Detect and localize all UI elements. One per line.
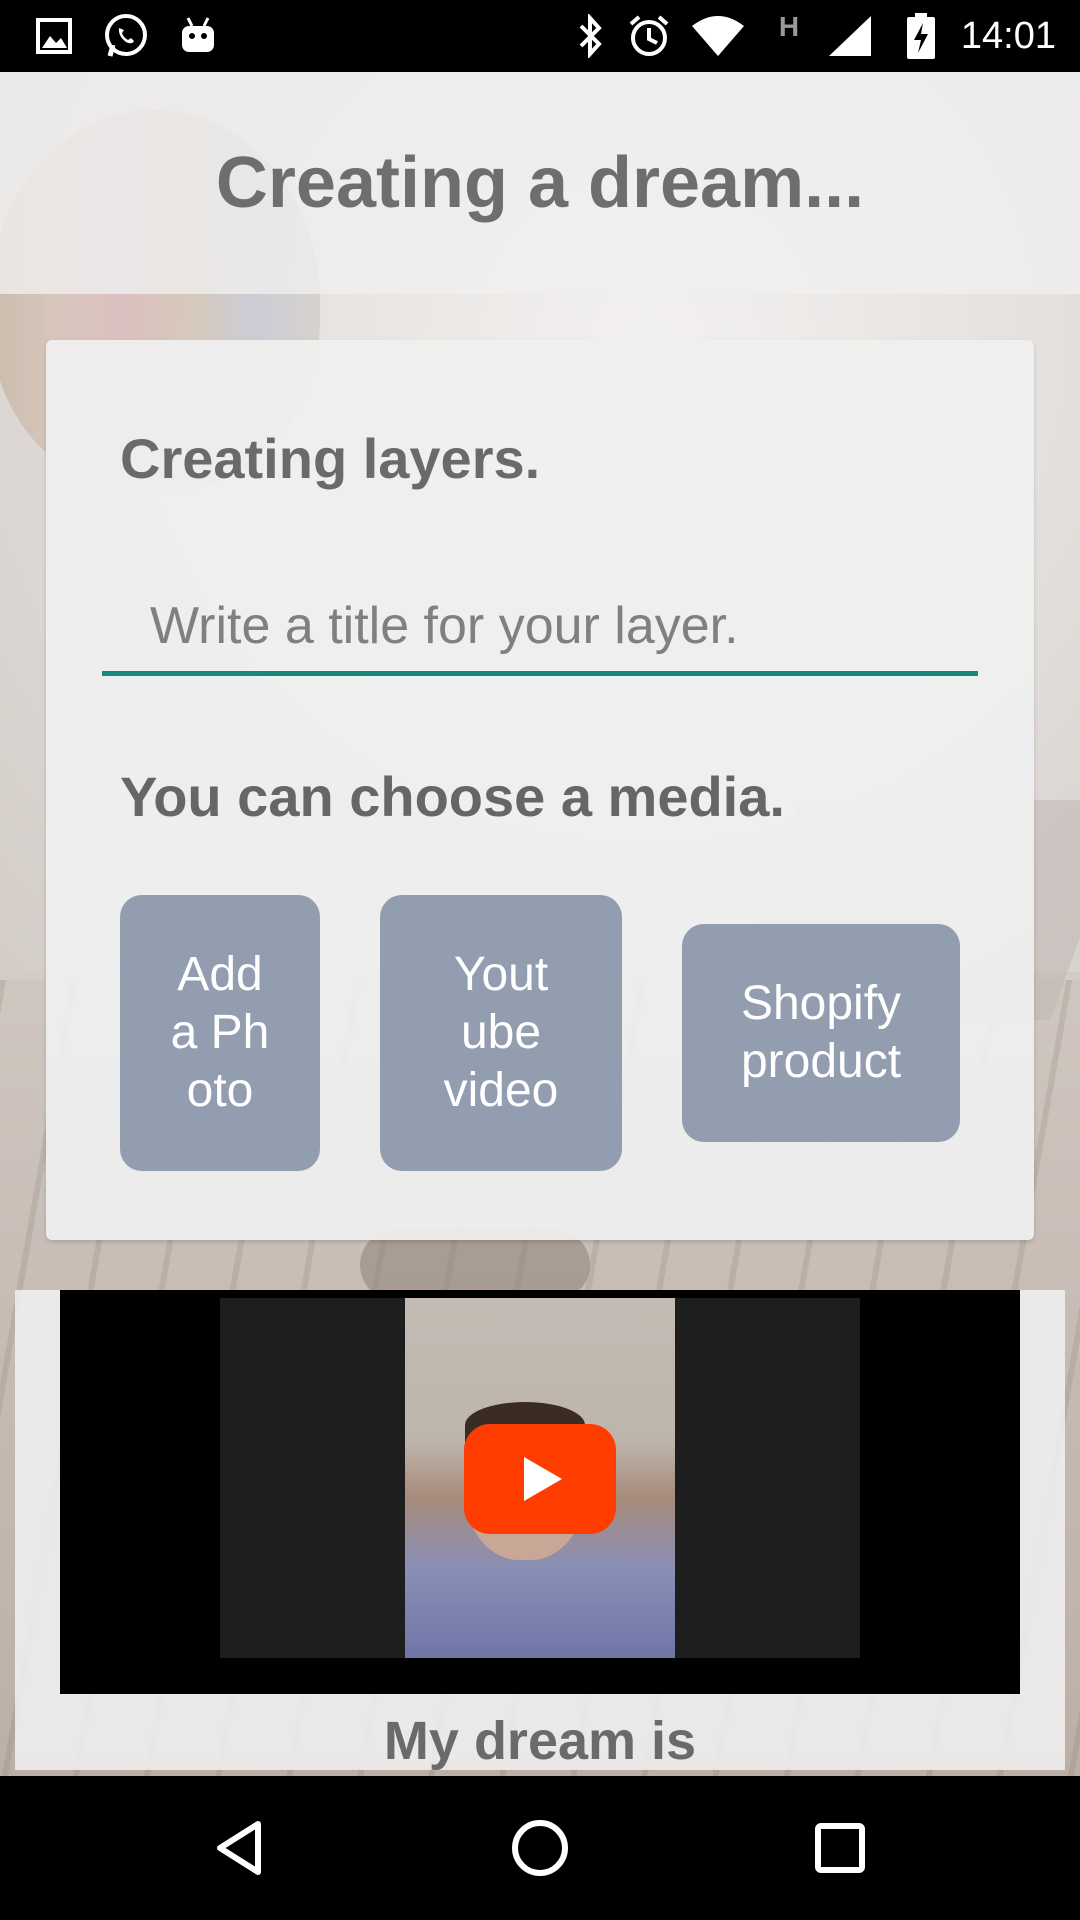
- youtube-video-button[interactable]: Yout ube video: [380, 895, 622, 1171]
- bluetooth-icon: [574, 14, 608, 58]
- image-icon: [34, 14, 74, 58]
- dream-caption: My dream is: [383, 1711, 697, 1771]
- battery-charging-icon: [904, 13, 938, 59]
- play-icon: [524, 1457, 562, 1501]
- recents-icon[interactable]: [798, 1806, 882, 1890]
- media-heading: You can choose a media.: [120, 765, 785, 828]
- back-icon[interactable]: [198, 1806, 282, 1890]
- whatsapp-icon: [100, 14, 152, 58]
- wifi-icon: [690, 14, 746, 58]
- layer-card: Creating layers. You can choose a media.…: [46, 340, 1034, 1240]
- signal-h-icon: H: [774, 11, 804, 58]
- app-header: Creating a dream...: [0, 72, 1080, 294]
- cell-signal-icon: [826, 14, 874, 58]
- android-icon: [178, 14, 218, 58]
- status-bar: H 14:01: [0, 0, 1080, 72]
- video-card: My dream is: [15, 1290, 1065, 1771]
- status-time: 14:01: [960, 15, 1056, 57]
- creating-layers-heading: Creating layers.: [120, 427, 541, 490]
- youtube-video-player[interactable]: [60, 1290, 1020, 1694]
- shopify-product-button[interactable]: Shopify product: [682, 924, 960, 1142]
- page-title: Creating a dream...: [215, 143, 865, 223]
- play-button[interactable]: [464, 1424, 616, 1534]
- home-icon[interactable]: [498, 1806, 582, 1890]
- add-photo-button[interactable]: Add a Ph oto: [120, 895, 320, 1171]
- network-type-label: H: [778, 11, 800, 42]
- navigation-bar: [0, 1776, 1080, 1920]
- alarm-icon: [626, 14, 672, 58]
- layer-title-input[interactable]: [102, 580, 978, 676]
